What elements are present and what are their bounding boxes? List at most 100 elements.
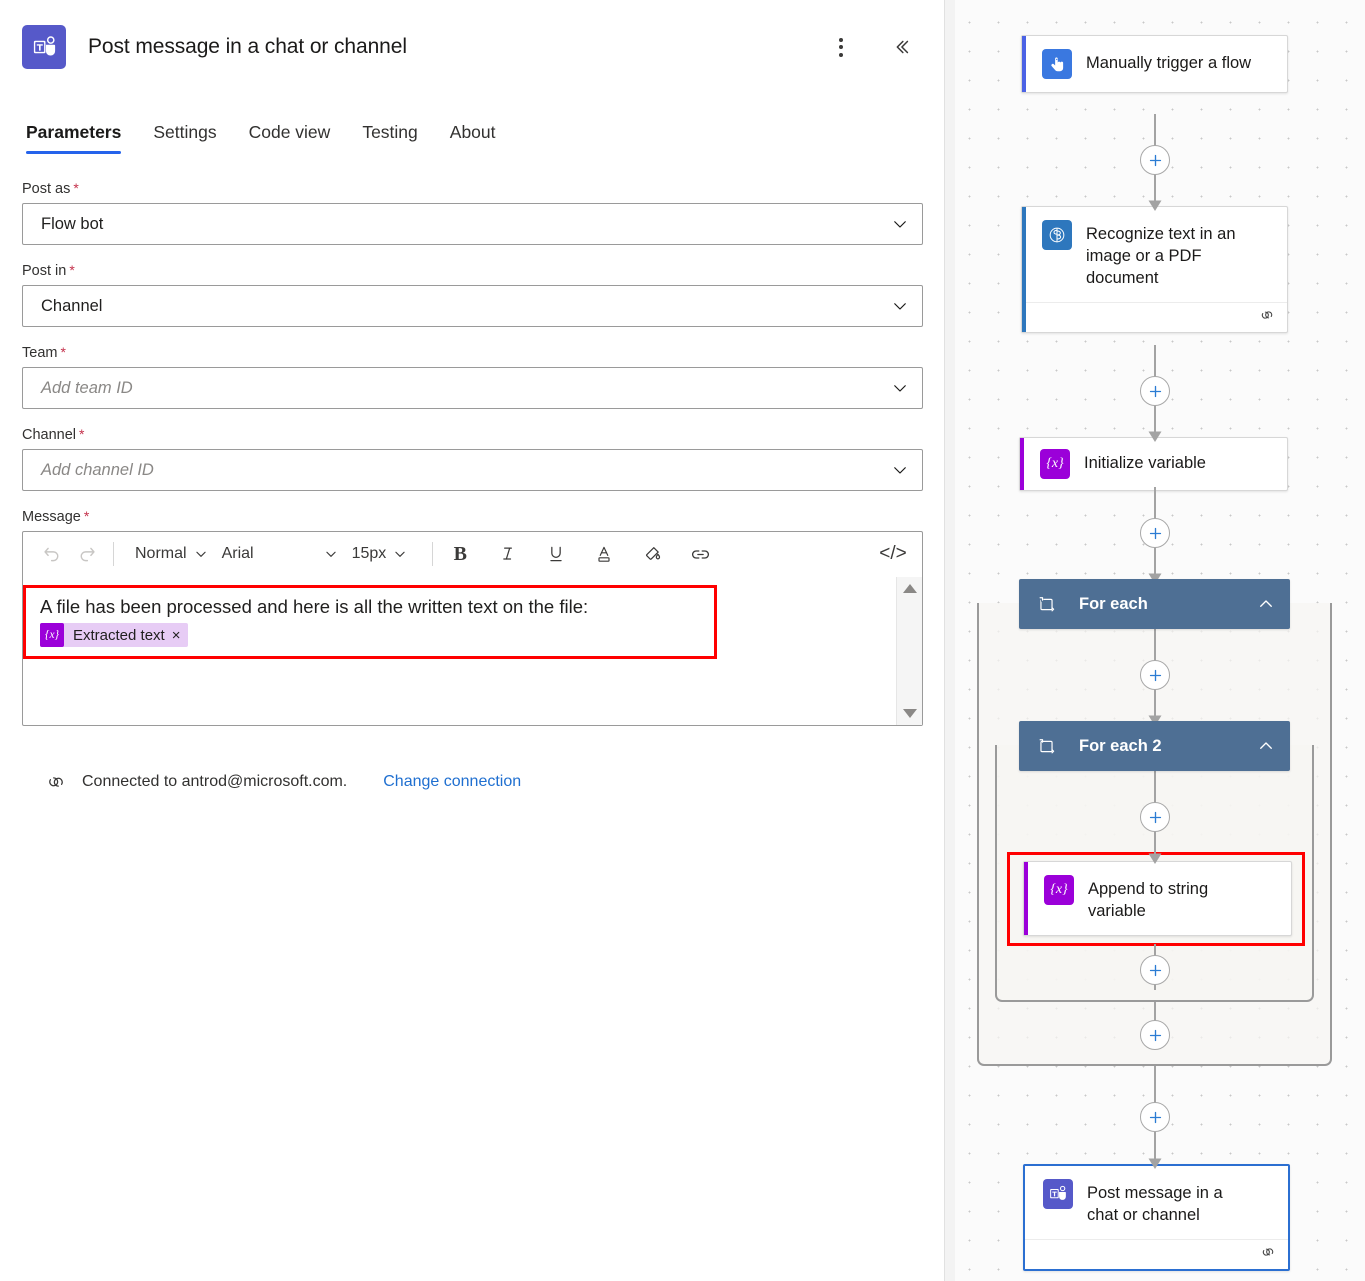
panel-tabs: Parameters Settings Code view Testing Ab… xyxy=(0,110,944,154)
tab-testing[interactable]: Testing xyxy=(362,122,417,154)
editor-toolbar: Normal Arial 15px xyxy=(23,532,922,577)
chevron-up-icon[interactable] xyxy=(1256,736,1276,756)
node-footer xyxy=(1026,302,1287,332)
add-step-button-2[interactable] xyxy=(1140,376,1170,406)
channel-select[interactable]: Add channel ID xyxy=(22,449,923,491)
tab-settings[interactable]: Settings xyxy=(153,122,216,154)
field-team: Team* Add team ID xyxy=(22,344,922,409)
field-label: Team* xyxy=(22,344,922,361)
node-label: Manually trigger a flow xyxy=(1086,49,1266,74)
flow-node-append-to-string-variable[interactable]: {x} Append to string variable xyxy=(1023,861,1292,936)
font-size-dropdown[interactable]: 15px xyxy=(345,538,415,570)
panel-header: Post message in a chat or channel xyxy=(0,0,944,72)
flow-canvas[interactable]: Manually trigger a flow Recognize text i… xyxy=(945,0,1365,1281)
add-step-button-8[interactable] xyxy=(1140,1102,1170,1132)
highlight-icon xyxy=(642,544,663,565)
tab-code-view[interactable]: Code view xyxy=(249,122,331,154)
header-actions xyxy=(826,32,926,62)
team-select[interactable]: Add team ID xyxy=(22,367,923,409)
node-accent-bar xyxy=(1020,438,1024,490)
highlight-button[interactable] xyxy=(635,537,669,571)
flow-node-for-each-2[interactable]: For each 2 xyxy=(1019,721,1290,771)
required-marker: * xyxy=(69,262,74,278)
connection-text: Connected to antrod@microsoft.com. xyxy=(82,773,347,791)
undo-button[interactable] xyxy=(35,537,69,571)
editor-scrollbar[interactable] xyxy=(896,577,922,725)
underline-icon xyxy=(546,544,566,564)
chevron-up-icon[interactable] xyxy=(1256,594,1276,614)
label-text: Team xyxy=(22,345,57,361)
collapse-panel-button[interactable] xyxy=(886,32,916,62)
flow-node-recognize-text[interactable]: Recognize text in an image or a PDF docu… xyxy=(1021,206,1288,333)
italic-button[interactable] xyxy=(491,537,525,571)
add-step-button-7[interactable] xyxy=(1140,1020,1170,1050)
scroll-up-icon[interactable] xyxy=(903,584,917,593)
font-color-button[interactable] xyxy=(587,537,621,571)
hand-pointer-icon xyxy=(1042,49,1072,79)
node-accent-bar xyxy=(1024,862,1028,935)
node-main: Recognize text in an image or a PDF docu… xyxy=(1022,207,1287,302)
channel-placeholder: Add channel ID xyxy=(41,461,890,480)
dynamic-content-token[interactable]: {x} Extracted text × xyxy=(40,623,188,647)
message-input[interactable]: A file has been processed and here is al… xyxy=(23,577,896,725)
canvas-left-gutter xyxy=(945,0,955,1281)
message-text: A file has been processed and here is al… xyxy=(40,595,704,619)
font-size-value: 15px xyxy=(352,545,387,563)
bold-button[interactable]: B xyxy=(443,537,477,571)
field-label: Channel* xyxy=(22,426,922,443)
post-in-select[interactable]: Channel xyxy=(22,285,923,327)
label-text: Post in xyxy=(22,263,66,279)
required-marker: * xyxy=(60,344,65,360)
variable-icon: {x} xyxy=(40,623,64,647)
redo-button[interactable] xyxy=(69,537,103,571)
more-options-button[interactable] xyxy=(826,32,856,62)
tab-about[interactable]: About xyxy=(450,122,496,154)
font-family-value: Arial xyxy=(222,545,317,563)
flow-node-for-each[interactable]: For each xyxy=(1019,579,1290,629)
required-marker: * xyxy=(73,180,78,196)
connection-icon xyxy=(1259,1243,1277,1266)
node-label: Post message in a chat or channel xyxy=(1087,1179,1257,1226)
connection-row: Connected to antrod@microsoft.com. Chang… xyxy=(22,770,922,794)
change-connection-link[interactable]: Change connection xyxy=(383,773,521,791)
underline-button[interactable] xyxy=(539,537,573,571)
remove-token-icon[interactable]: × xyxy=(172,627,181,644)
toolbar-divider xyxy=(432,542,433,566)
font-family-dropdown[interactable]: Arial xyxy=(215,538,345,570)
teams-icon xyxy=(22,25,66,69)
arrow-post xyxy=(1148,1156,1162,1174)
node-footer xyxy=(1025,1239,1288,1269)
tab-parameters[interactable]: Parameters xyxy=(26,122,121,154)
add-step-button-4[interactable] xyxy=(1140,660,1170,690)
label-text: Channel xyxy=(22,427,76,443)
action-details-panel: Post message in a chat or channel Parame… xyxy=(0,0,945,1281)
add-step-button-6[interactable] xyxy=(1140,955,1170,985)
more-options-icon xyxy=(839,38,843,57)
flow-node-manually-trigger[interactable]: Manually trigger a flow xyxy=(1021,35,1288,93)
toolbar-divider xyxy=(113,542,114,566)
message-highlight-box: A file has been processed and here is al… xyxy=(23,585,717,659)
add-step-button-5[interactable] xyxy=(1140,802,1170,832)
flow-node-post-message[interactable]: Post message in a chat or channel xyxy=(1023,1164,1290,1271)
chevron-down-icon xyxy=(393,547,407,561)
post-as-select[interactable]: Flow bot xyxy=(22,203,923,245)
field-channel: Channel* Add channel ID xyxy=(22,426,922,491)
italic-icon xyxy=(498,544,518,564)
text-style-dropdown[interactable]: Normal xyxy=(128,538,215,570)
loop-icon xyxy=(1035,593,1057,615)
code-view-button[interactable]: </> xyxy=(876,537,910,571)
chevron-down-icon xyxy=(194,547,208,561)
field-post-in: Post in* Channel xyxy=(22,262,922,327)
message-editor: Normal Arial 15px xyxy=(22,531,923,726)
node-label: Recognize text in an image or a PDF docu… xyxy=(1086,220,1266,289)
add-step-button-3[interactable] xyxy=(1140,518,1170,548)
loop-title: For each 2 xyxy=(1079,737,1256,756)
code-icon: </> xyxy=(879,543,906,565)
node-accent-bar xyxy=(1022,207,1026,332)
add-step-button-1[interactable] xyxy=(1140,145,1170,175)
link-icon xyxy=(690,544,711,565)
insert-link-button[interactable] xyxy=(683,537,717,571)
scroll-down-icon[interactable] xyxy=(903,709,917,718)
chevron-down-icon xyxy=(890,378,910,398)
field-label: Message* xyxy=(22,508,922,525)
